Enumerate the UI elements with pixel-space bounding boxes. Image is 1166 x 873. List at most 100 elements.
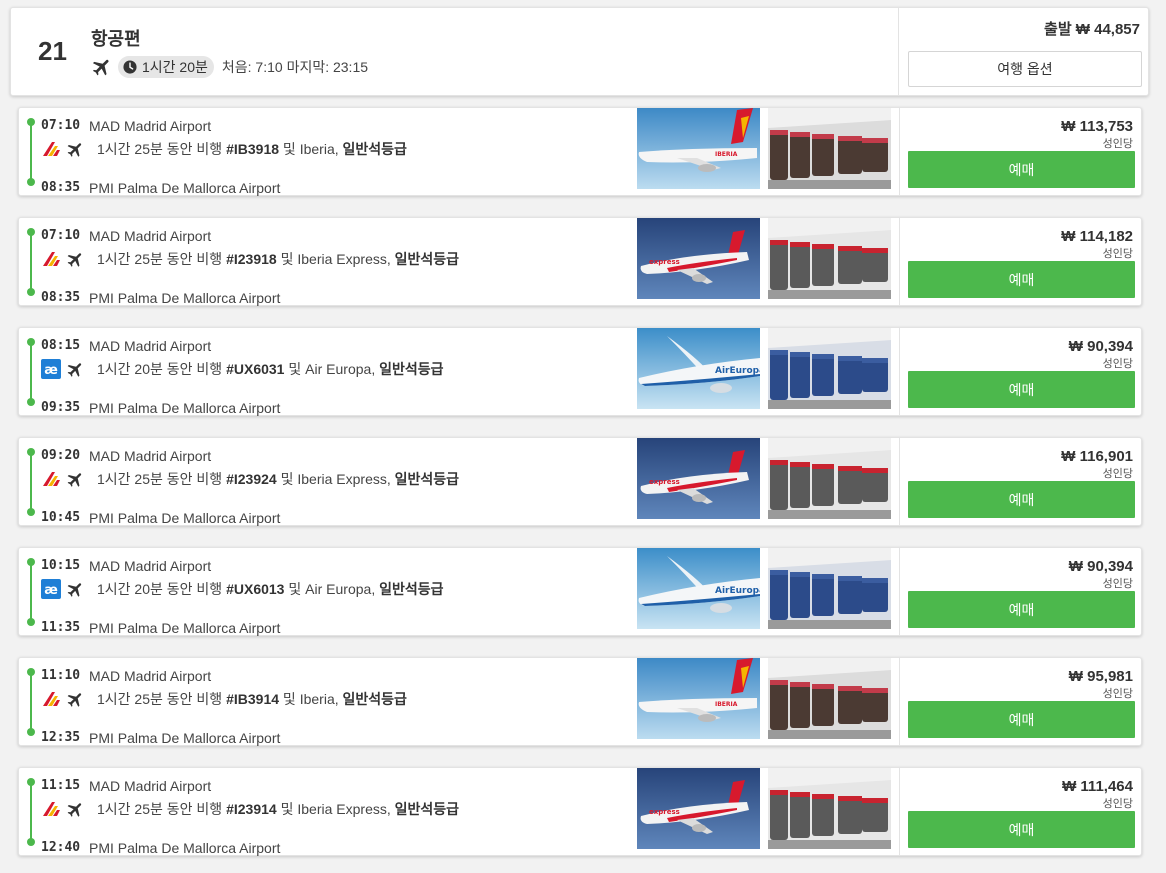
airline-name: Air Europa [305,361,372,377]
iberia-logo [41,249,61,269]
trip-options-button[interactable]: 여행 옵션 [908,51,1142,87]
airplane-icon [67,692,82,707]
airline-name: Iberia [299,141,335,157]
svg-text:express: express [649,478,680,486]
clock-icon [123,60,137,74]
airline-name: Iberia Express [297,801,387,817]
comma-separator: , [386,801,395,817]
flight-number: #UX6013 [226,581,285,597]
iberia-express-plane-image[interactable]: express [637,218,760,299]
departure-airport: MAD Madrid Airport [89,778,212,794]
route-timeline [27,338,35,406]
flight-card: 07:10 MAD Madrid Airport 1시간 25분 동안 비행 #… [18,217,1142,306]
airplane-icon [92,59,109,76]
timeline-line [30,672,32,732]
duration-suffix: 동안 비행 [162,691,227,707]
airline-name: Iberia Express [297,251,387,267]
timeline-line [30,562,32,622]
flight-card: 07:10 MAD Madrid Airport 1시간 25분 동안 비행 #… [18,107,1142,196]
book-button[interactable]: 예매 [908,151,1135,188]
timeline-line [30,342,32,402]
iberia-express-cabin-image[interactable] [768,438,891,519]
departure-dot [27,228,35,236]
arrival-airport: PMI Palma De Mallorca Airport [89,730,281,746]
conjunction-text: 및 [284,361,306,377]
flight-details: æ 1시간 20분 동안 비행 #UX6013 및 Air Europa , 일… [41,578,444,600]
fare-price: ₩ 111,464 [1062,778,1133,795]
departure-dot [27,558,35,566]
summary-meta: 1시간 20분 처음: 7:10 마지막: 23:15 [91,56,368,78]
iberia-plane-image[interactable]: IBERIA [637,108,760,189]
arrival-time: 09:35 [41,400,81,415]
svg-text:AirEuropa: AirEuropa [715,586,760,596]
svg-text:express: express [649,258,680,266]
aireuropa-plane-image[interactable]: AirEuropa [637,548,760,629]
iberia-cabin-image[interactable] [768,658,891,739]
airplane-icon [67,472,82,487]
book-button[interactable]: 예매 [908,701,1135,738]
book-button[interactable]: 예매 [908,481,1135,518]
aireuropa-cabin-image[interactable] [768,328,891,409]
conjunction-text: 및 [276,471,298,487]
comma-separator: , [371,581,380,597]
duration-suffix: 동안 비행 [162,361,227,377]
iberia-express-plane-image[interactable]: express [637,768,760,849]
book-button[interactable]: 예매 [908,811,1135,848]
first-last-times: 처음: 7:10 마지막: 23:15 [221,59,369,75]
fare-price: ₩ 114,182 [1061,228,1133,245]
duration-suffix: 동안 비행 [162,471,227,487]
cabin-class: 일반석등급 [394,471,460,487]
departure-dot [27,668,35,676]
arrival-dot [27,178,35,186]
book-button[interactable]: 예매 [908,261,1135,298]
iberia-cabin-image[interactable] [768,108,891,189]
departure-dot [27,118,35,126]
card-divider [899,328,900,415]
svg-text:IBERIA: IBERIA [715,151,738,158]
timeline-line [30,782,32,842]
svg-text:IBERIA: IBERIA [715,701,738,708]
flight-details: 1시간 25분 동안 비행 #IB3914 및 Iberia , 일반석등급 [41,688,407,710]
conjunction-text: 및 [279,141,300,157]
flight-details: 1시간 25분 동안 비행 #I23914 및 Iberia Express ,… [41,798,459,820]
iberia-express-cabin-image[interactable] [768,768,891,849]
card-divider [899,658,900,745]
flight-number: #IB3918 [226,141,280,157]
duration-suffix: 동안 비행 [162,581,227,597]
arrival-time: 10:45 [41,510,81,525]
conjunction-text: 및 [276,251,298,267]
per-adult-label: 성인당 [1102,468,1133,480]
airplane-icon [67,582,82,597]
fare-price: ₩ 113,753 [1061,118,1133,135]
arrival-time: 08:35 [41,180,81,195]
conjunction-text: 및 [284,581,306,597]
flight-card: 11:10 MAD Madrid Airport 1시간 25분 동안 비행 #… [18,657,1142,746]
cabin-class: 일반석등급 [394,251,460,267]
airplane-icon [67,362,82,377]
flight-duration: 1시간 25분 [97,471,163,487]
duration-badge: 1시간 20분 [118,56,214,78]
per-adult-label: 성인당 [1102,358,1133,370]
flights-summary-card: 21 항공편 1시간 20분 처음: 7:10 마지막: 23:15 출발 ₩ … [10,7,1149,96]
flight-number: #I23924 [226,471,277,487]
iberia-express-cabin-image[interactable] [768,218,891,299]
book-button[interactable]: 예매 [908,591,1135,628]
card-divider [899,108,900,195]
aireuropa-cabin-image[interactable] [768,548,891,629]
card-divider [899,438,900,525]
comma-separator: , [386,471,395,487]
book-button[interactable]: 예매 [908,371,1135,408]
arrival-dot [27,288,35,296]
arrival-time: 12:40 [41,840,81,855]
iberia-express-plane-image[interactable]: express [637,438,760,519]
route-timeline [27,668,35,736]
flight-details: 1시간 25분 동안 비행 #I23918 및 Iberia Express ,… [41,248,459,270]
arrival-airport: PMI Palma De Mallorca Airport [89,400,281,416]
flight-details: æ 1시간 20분 동안 비행 #UX6031 및 Air Europa , 일… [41,358,444,380]
aireuropa-plane-image[interactable]: AirEuropa [637,328,760,409]
iberia-logo [41,139,61,159]
conjunction-text: 및 [276,801,298,817]
iberia-plane-image[interactable]: IBERIA [637,658,760,739]
arrival-dot [27,618,35,626]
flight-card: 11:15 MAD Madrid Airport 1시간 25분 동안 비행 #… [18,767,1142,856]
